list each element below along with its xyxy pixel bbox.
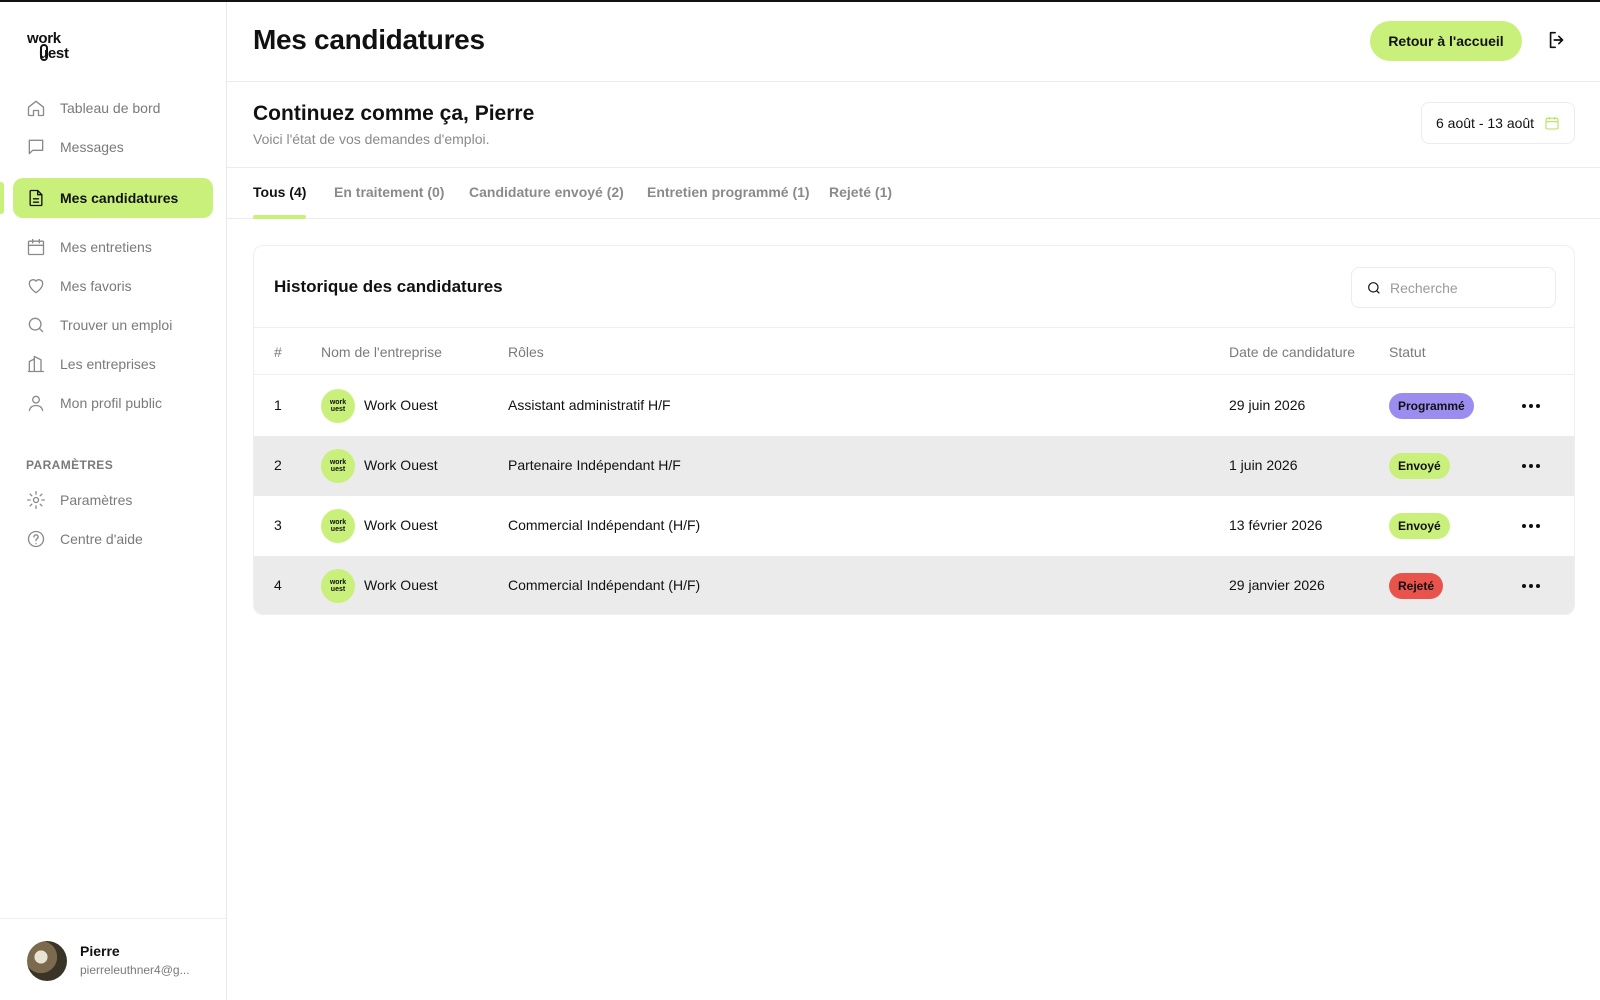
search-box[interactable] [1351,267,1556,308]
active-tab-underline [253,215,306,219]
role-name: Assistant administratif H/F [508,397,671,413]
app-logo[interactable]: work uest [27,30,87,64]
table-row[interactable]: 3 work uest Work Ouest Commercial Indépen… [254,496,1574,556]
tab-processing[interactable]: En traitement (0) [334,184,444,200]
row-number: 3 [274,517,282,533]
applications-history-card: Historique des candidatures # Nom de l'e… [253,245,1575,615]
heart-icon [26,276,46,296]
column-number: # [274,344,282,360]
sidebar-item-label: Messages [60,139,124,155]
tab-interview-scheduled[interactable]: Entretien programmé (1) [647,184,810,200]
sidebar-item-label: Mes favoris [60,278,132,294]
status-badge: Envoyé [1389,453,1450,479]
sidebar-item-label: Mes entretiens [60,239,152,255]
user-email: pierreleuthner4@g... [80,963,190,977]
row-number: 4 [274,577,282,593]
sidebar-item-help[interactable]: Centre d'aide [13,519,213,559]
sidebar-item-dashboard[interactable]: Tableau de bord [13,88,213,128]
company-logo: work uest [321,449,355,483]
logo-text-bottom: uest [39,45,69,62]
sidebar-item-label: Trouver un emploi [60,317,173,333]
user-name: Pierre [80,943,120,959]
column-date: Date de candidature [1229,344,1356,360]
table-row[interactable]: 2 work uest Work Ouest Partenaire Indépen… [254,436,1574,496]
user-icon [26,393,46,413]
message-icon [26,137,46,157]
row-number: 2 [274,457,282,473]
sidebar-item-public-profile[interactable]: Mon profil public [13,383,213,423]
back-home-button[interactable]: Retour à l'accueil [1370,21,1522,61]
sidebar: work uest Tableau de bord Messages Mes c… [0,2,227,1000]
row-number: 1 [274,397,282,413]
avatar [27,941,67,981]
application-date: 13 février 2026 [1229,517,1323,533]
company-logo: work uest [321,389,355,423]
gear-icon [26,490,46,510]
sidebar-item-interviews[interactable]: Mes entretiens [13,227,213,267]
active-indicator [0,182,4,214]
tab-all[interactable]: Tous (4) [253,184,306,200]
building-icon [26,354,46,374]
sidebar-item-favorites[interactable]: Mes favoris [13,266,213,306]
home-icon [26,98,46,118]
document-icon [26,188,46,208]
sidebar-item-messages[interactable]: Messages [13,127,213,167]
calendar-icon [1545,117,1559,130]
date-range-label: 6 août - 13 août [1436,115,1535,131]
table-row[interactable]: 1 work uest Work Ouest Assistant administ… [254,376,1574,436]
application-date: 29 janvier 2026 [1229,577,1325,593]
role-name: Commercial Indépendant (H/F) [508,517,701,533]
greeting-section: Continuez comme ça, Pierre Voici l'état … [227,82,1600,168]
sidebar-item-applications[interactable]: Mes candidatures [13,178,213,218]
more-options-icon[interactable] [1519,574,1543,598]
greeting-title: Continuez comme ça, Pierre [253,102,535,125]
status-badge: Envoyé [1389,513,1450,539]
role-name: Partenaire Indépendant H/F [508,457,681,473]
calendar-icon [26,237,46,257]
settings-section-label: PARAMÈTRES [26,458,114,472]
greeting-subtitle: Voici l'état de vos demandes d'emploi. [253,131,490,147]
company-logo: work uest [321,569,355,603]
more-options-icon[interactable] [1519,514,1543,538]
company-name: Work Ouest [364,457,438,473]
status-tabs: Tous (4) En traitement (0) Candidature e… [227,168,1600,219]
company-logo: work uest [321,509,355,543]
sidebar-item-label: Tableau de bord [60,100,161,116]
table-header: # Nom de l'entreprise Rôles Date de cand… [254,327,1574,375]
company-name: Work Ouest [364,397,438,413]
user-profile[interactable]: Pierre pierreleuthner4@g... [0,918,226,1000]
card-title: Historique des candidatures [274,277,503,296]
sidebar-item-label: Les entreprises [60,356,156,372]
sidebar-item-label: Centre d'aide [60,531,143,547]
search-icon [26,315,46,335]
more-options-icon[interactable] [1519,454,1543,478]
logout-icon[interactable] [1546,29,1570,53]
sidebar-item-find-job[interactable]: Trouver un emploi [13,305,213,345]
date-range-picker[interactable]: 6 août - 13 août [1421,102,1575,144]
tab-rejected[interactable]: Rejeté (1) [829,184,892,200]
search-input[interactable] [1390,279,1540,296]
column-status: Statut [1389,344,1426,360]
tab-sent[interactable]: Candidature envoyé (2) [469,184,624,200]
sidebar-item-label: Mes candidatures [60,190,179,206]
application-date: 1 juin 2026 [1229,457,1298,473]
top-header: Mes candidatures Retour à l'accueil [227,2,1600,82]
column-role: Rôles [508,344,544,360]
status-badge: Rejeté [1389,573,1444,599]
search-icon [1368,281,1380,294]
sidebar-item-label: Mon profil public [60,395,162,411]
role-name: Commercial Indépendant (H/F) [508,577,701,593]
status-badge: Programmé [1389,393,1474,419]
company-name: Work Ouest [364,577,438,593]
table-row[interactable]: 4 work uest Work Ouest Commercial Indépen… [254,556,1574,614]
help-icon [26,529,46,549]
sidebar-item-companies[interactable]: Les entreprises [13,344,213,384]
more-options-icon[interactable] [1519,394,1543,418]
application-date: 29 juin 2026 [1229,397,1306,413]
sidebar-item-label: Paramètres [60,492,133,508]
column-company: Nom de l'entreprise [321,344,442,360]
page-title: Mes candidatures [253,24,485,55]
company-name: Work Ouest [364,517,438,533]
sidebar-item-settings[interactable]: Paramètres [13,480,213,520]
